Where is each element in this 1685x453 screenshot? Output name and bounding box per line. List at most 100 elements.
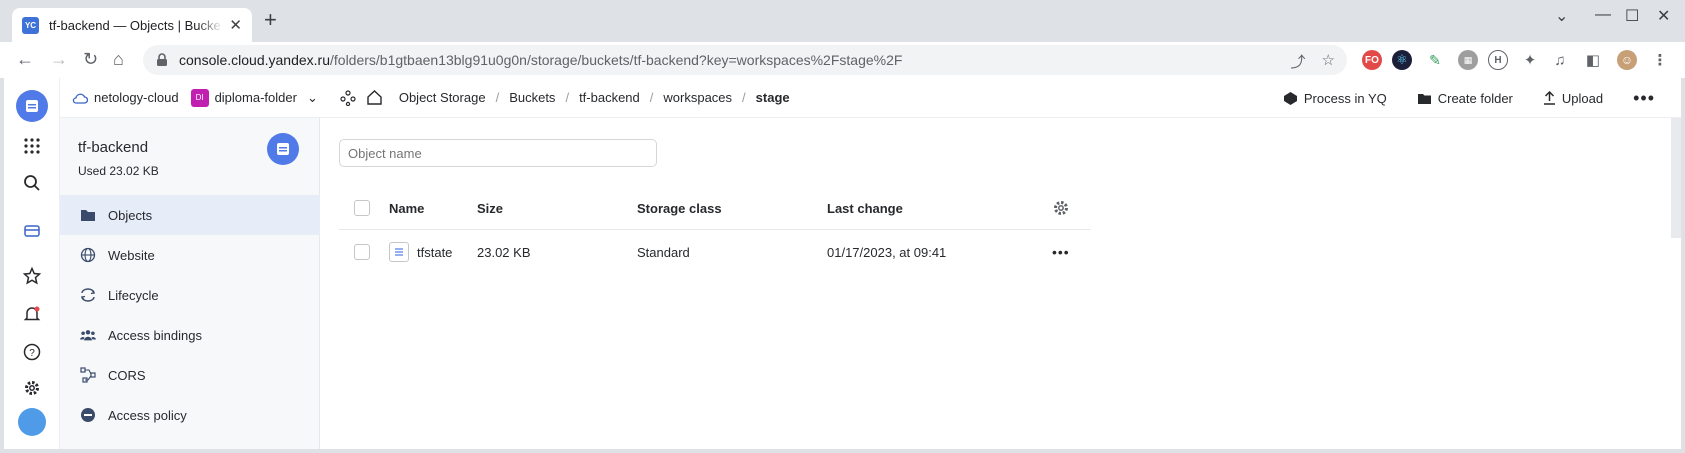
cloud-name: netology-cloud [94,90,179,105]
forward-icon[interactable]: → [50,49,68,69]
notifications-bell-icon[interactable] [18,300,46,328]
service-map-icon[interactable] [340,89,356,106]
select-all-checkbox[interactable] [354,186,370,230]
table-row[interactable]: tfstate 23.02 KB Standard 01/17/2023, at… [339,230,1091,274]
settings-gear-icon[interactable] [18,374,46,402]
process-label: Process in YQ [1303,90,1387,106]
side-panel-icon[interactable]: ◧ [1583,50,1603,70]
menu-item-access-bindings[interactable]: Access bindings [60,315,320,355]
nav-rail: ? [4,78,60,449]
object-name-cell[interactable]: tfstate [389,230,452,274]
all-services-grid-icon[interactable] [18,132,46,160]
menu-label: Access policy [108,407,187,423]
extension-green-icon[interactable]: ✎ [1425,50,1445,70]
folder-icon [80,207,96,223]
back-icon[interactable]: ← [16,49,34,69]
object-name-search-input[interactable] [339,139,657,167]
reload-icon[interactable]: ↻ [83,49,98,69]
menu-label: Objects [108,207,153,223]
cloud-selector[interactable]: netology-cloud [72,90,179,105]
react-devtools-icon[interactable]: ⚛ [1392,50,1412,70]
object-size: 23.02 KB [477,244,531,260]
extensions-puzzle-icon[interactable]: ✦ [1520,50,1540,70]
row-checkbox[interactable] [354,230,370,274]
media-icon[interactable]: ♫ [1550,50,1570,70]
breadcrumb-separator: / [742,90,746,105]
upload-label: Upload [1561,90,1604,106]
browser-menu-icon[interactable]: ⋮ [1650,50,1670,70]
folder-name: diploma-folder [214,90,297,105]
tab-favicon: YC [22,16,39,34]
chevron-down-icon: ⌄ [306,89,318,105]
create-folder-label: Create folder [1437,90,1513,106]
tab-close-icon[interactable]: ✕ [229,16,242,34]
upload-button[interactable]: Upload [1543,91,1603,106]
breadcrumb-workspaces[interactable]: workspaces [663,90,732,105]
new-tab-icon[interactable]: + [264,9,277,31]
more-actions-icon[interactable]: ••• [1633,88,1655,109]
url-path: /folders/b1gtbaen13blg91u0g0n/storage/bu… [330,52,903,68]
breadcrumb-bucket[interactable]: tf-backend [579,90,640,105]
menu-item-website[interactable]: Website [60,235,320,275]
yq-icon [1283,91,1297,105]
extension-gray-icon[interactable]: ▦ [1458,50,1478,70]
cycle-icon [80,287,96,303]
breadcrumb-buckets[interactable]: Buckets [509,90,555,105]
svg-text:?: ? [29,348,35,359]
bucket-used: Used 23.02 KB [78,164,159,178]
folder-badge: DI [190,88,209,107]
column-size[interactable]: Size [477,186,503,230]
help-icon[interactable]: ? [18,338,46,366]
column-last-change[interactable]: Last change [827,186,903,230]
browser-tabstrip: YC tf-backend — Objects | Bucke ✕ + ⌄ — … [0,0,1685,42]
share-icon[interactable]: ⤴ [1291,51,1306,72]
browser-toolbar: ← → ↻ ⌂ console.cloud.yandex.ru/folders/… [0,42,1685,78]
menu-item-lifecycle[interactable]: Lifecycle [60,275,320,315]
process-in-yq-button[interactable]: Process in YQ [1283,91,1387,106]
user-avatar[interactable] [18,408,46,436]
file-icon [389,242,409,262]
table-settings-gear-icon[interactable] [1052,186,1070,230]
maximize-icon[interactable]: ☐ [1625,6,1639,26]
extension-fo-icon[interactable]: FO [1362,50,1382,70]
extension-h-icon[interactable]: H [1488,50,1508,70]
folder-selector[interactable]: DI diploma-folder ⌄ [190,88,318,107]
home-icon[interactable] [366,89,383,106]
browser-tab[interactable]: YC tf-backend — Objects | Bucke ✕ [12,8,252,42]
console-header: netology-cloud DI diploma-folder ⌄ Objec… [60,78,1681,118]
menu-item-objects[interactable]: Objects [60,195,320,235]
scrollbar[interactable] [1671,118,1681,238]
breadcrumb-separator: / [565,90,570,105]
create-folder-button[interactable]: Create folder [1417,91,1513,106]
minimize-icon[interactable]: — [1595,6,1611,24]
column-storage-class[interactable]: Storage class [637,186,722,230]
column-name[interactable]: Name [389,186,424,230]
menu-item-access-policy[interactable]: Access policy [60,395,320,435]
address-bar[interactable]: console.cloud.yandex.ru/folders/b1gtbaen… [143,45,1347,75]
objects-main: Name Size Storage class Last change tfst… [320,118,1681,449]
breadcrumb-current: stage [755,90,790,105]
home-icon[interactable]: ⌂ [113,49,124,69]
globe-icon [80,247,96,263]
breadcrumb-separator: / [649,90,654,105]
profile-avatar[interactable]: ☺ [1617,50,1637,70]
marketplace-icon[interactable] [18,217,46,245]
bucket-panel: tf-backend Used 23.02 KB Objects Website… [60,118,320,449]
tab-search-chevron-icon[interactable]: ⌄ [1555,6,1568,26]
storage-service-icon[interactable] [16,90,48,122]
breadcrumb-object-storage[interactable]: Object Storage [399,90,486,105]
menu-label: CORS [108,367,146,383]
menu-label: Website [108,247,155,263]
people-icon [80,327,96,343]
row-actions-icon[interactable]: ••• [1052,230,1070,274]
cloud-icon [72,93,88,104]
breadcrumb: Object Storage / Buckets / tf-backend / … [399,90,790,105]
close-window-icon[interactable]: ✕ [1657,6,1670,26]
lock-icon [157,53,167,66]
search-icon[interactable] [18,169,46,197]
tab-title: tf-backend — Objects | Bucke [49,17,221,33]
bookmark-star-icon[interactable]: ☆ [1322,51,1335,72]
favorites-star-icon[interactable] [18,262,46,290]
object-last-change: 01/17/2023, at 09:41 [827,244,947,260]
menu-item-cors[interactable]: CORS [60,355,320,395]
